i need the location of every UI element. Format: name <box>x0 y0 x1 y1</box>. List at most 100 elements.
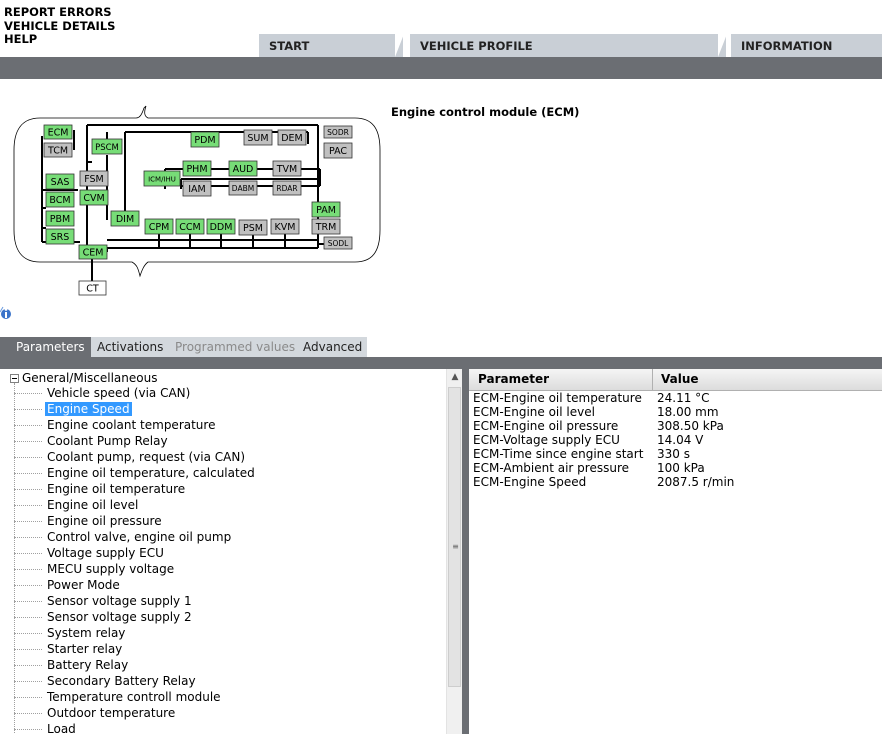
tab-information[interactable]: INFORMATION <box>731 34 882 57</box>
tree-item-label: Engine coolant temperature <box>47 418 216 432</box>
module-ccm[interactable]: CCM <box>175 218 205 235</box>
tree-item[interactable]: Sensor voltage supply 2 <box>14 609 194 625</box>
module-ct[interactable]: CT <box>78 280 107 296</box>
module-trm[interactable]: TRM <box>311 218 341 235</box>
module-dem[interactable]: DEM <box>277 129 307 146</box>
module-dabm[interactable]: DABM <box>228 180 258 196</box>
subtab-advanced[interactable]: Advanced <box>297 337 367 357</box>
tree-item[interactable]: System relay <box>14 625 127 641</box>
tree-item[interactable]: Outdoor temperature <box>14 705 177 721</box>
module-cvm[interactable]: CVM <box>79 189 109 206</box>
module-pscm[interactable]: PSCM <box>91 138 123 155</box>
table-row[interactable]: ECM-Engine oil temperature 24.11 °C <box>469 391 882 405</box>
scroll-thumb[interactable]: ≡ <box>448 387 461 687</box>
module-bcm[interactable]: BCM <box>45 191 75 208</box>
subtab-parameters-label: Parameters <box>16 340 85 354</box>
tab-information-label: INFORMATION <box>741 39 833 53</box>
module-iam[interactable]: IAM <box>182 180 212 197</box>
tree-item[interactable]: Engine oil temperature <box>14 481 187 497</box>
subtab-activations[interactable]: Activations <box>91 337 169 357</box>
module-icm-label: ICM/IHU <box>148 176 176 184</box>
module-bcm-label: BCM <box>49 195 70 206</box>
module-sas[interactable]: SAS <box>45 173 75 190</box>
splitter[interactable] <box>462 369 469 734</box>
subtab-programmed-values[interactable]: Programmed values <box>169 337 297 357</box>
col-value-header[interactable]: Value <box>654 369 699 390</box>
help-link[interactable]: HELP <box>4 32 115 47</box>
tree-item[interactable]: Load <box>14 721 78 734</box>
module-cvm-label: CVM <box>83 193 104 204</box>
module-ddm[interactable]: DDM <box>206 218 236 235</box>
tree-root-label: General/Miscellaneous <box>22 371 158 385</box>
module-dim[interactable]: DIM <box>110 210 140 227</box>
module-ecm[interactable]: ECM <box>43 124 73 140</box>
table-row[interactable]: ECM-Engine Speed 2087.5 r/min <box>469 475 882 489</box>
table-row[interactable]: ECM-Time since engine start 330 s <box>469 447 882 461</box>
module-sodl-label: SODL <box>328 239 349 248</box>
module-fsm[interactable]: FSM <box>79 170 109 187</box>
collapse-icon[interactable] <box>10 374 19 383</box>
module-aud[interactable]: AUD <box>228 160 258 177</box>
tree-item[interactable]: Engine oil pressure <box>14 513 164 529</box>
tree-item[interactable]: Vehicle speed (via CAN) <box>14 385 192 401</box>
table-row[interactable]: ECM-Engine oil level 18.00 mm <box>469 405 882 419</box>
row-param: ECM-Ambient air pressure <box>473 461 630 475</box>
module-pam[interactable]: PAM <box>311 201 341 218</box>
vehicle-details-link[interactable]: VEHICLE DETAILS <box>4 19 115 34</box>
tree-item[interactable]: Engine oil level <box>14 497 140 513</box>
module-sodr[interactable]: SODR <box>323 125 353 139</box>
module-rdar[interactable]: RDAR <box>272 180 302 196</box>
module-kvm[interactable]: KVM <box>270 218 300 235</box>
tree-item[interactable]: Control valve, engine oil pump <box>14 529 233 545</box>
tree-item[interactable]: Coolant pump, request (via CAN) <box>14 449 247 465</box>
tree-root[interactable]: General/Miscellaneous <box>10 371 157 385</box>
tree-item-selected[interactable]: Engine Speed <box>14 401 132 417</box>
tree-item[interactable]: Battery Relay <box>14 657 130 673</box>
tree-item-label: Engine oil level <box>47 498 139 512</box>
scroll-up-arrow-icon[interactable]: ▲ <box>447 369 463 385</box>
tree-item-label: System relay <box>47 626 126 640</box>
tree-item[interactable]: Sensor voltage supply 1 <box>14 593 194 609</box>
module-pac[interactable]: PAC <box>323 142 353 159</box>
report-errors-link[interactable]: REPORT ERRORS <box>4 5 115 20</box>
tree-item[interactable]: MECU supply voltage <box>14 561 176 577</box>
module-icm[interactable]: ICM/IHU <box>143 170 181 187</box>
module-psm[interactable]: PSM <box>238 219 268 236</box>
module-cpm[interactable]: CPM <box>144 218 174 235</box>
module-sum[interactable]: SUM <box>243 129 273 146</box>
tree-item[interactable]: Voltage supply ECU <box>14 545 166 561</box>
table-row[interactable]: ECM-Voltage supply ECU 14.04 V <box>469 433 882 447</box>
module-tvm[interactable]: TVM <box>272 160 302 177</box>
tab-vehicle-profile-label: VEHICLE PROFILE <box>420 39 533 53</box>
module-srs[interactable]: SRS <box>45 228 75 245</box>
tree-item[interactable]: Starter relay <box>14 641 124 657</box>
tree-item-label: Control valve, engine oil pump <box>47 530 232 544</box>
subtab-programmed-values-label: Programmed values <box>175 340 296 354</box>
module-cem[interactable]: CEM <box>78 244 108 260</box>
subtab-parameters[interactable]: Parameters <box>0 337 91 357</box>
subtab-activations-label: Activations <box>97 340 164 354</box>
module-sodl[interactable]: SODL <box>323 236 353 250</box>
table-row[interactable]: ECM-Engine oil pressure 308.50 kPa <box>469 419 882 433</box>
row-value: 308.50 kPa <box>657 419 724 433</box>
module-pscm-label: PSCM <box>95 143 119 153</box>
tree-scrollbar[interactable]: ▲ ≡ <box>446 369 463 734</box>
tree-item[interactable]: Temperature controll module <box>14 689 223 705</box>
table-row[interactable]: ECM-Ambient air pressure 100 kPa <box>469 461 882 475</box>
tree-item[interactable]: Engine coolant temperature <box>14 417 217 433</box>
tree-item-label: Engine oil pressure <box>47 514 162 528</box>
module-pbm[interactable]: PBM <box>45 210 75 227</box>
network-diagram: ECM TCM PSCM PDM SUM DEM SODR PAC ICM/IH… <box>13 105 381 296</box>
tab-start[interactable]: START <box>259 34 403 57</box>
tab-vehicle-profile[interactable]: VEHICLE PROFILE <box>410 34 726 57</box>
module-pdm[interactable]: PDM <box>190 131 220 148</box>
tree-item[interactable]: Coolant Pump Relay <box>14 433 170 449</box>
tree-item[interactable]: Engine oil temperature, calculated <box>14 465 257 481</box>
row-value: 330 s <box>657 447 690 461</box>
tree-item[interactable]: Secondary Battery Relay <box>14 673 198 689</box>
tree-item[interactable]: Power Mode <box>14 577 122 593</box>
module-tcm[interactable]: TCM <box>43 142 73 158</box>
module-phm[interactable]: PHM <box>182 160 212 177</box>
col-parameter-header[interactable]: Parameter <box>469 369 653 390</box>
info-icon[interactable] <box>0 304 14 320</box>
